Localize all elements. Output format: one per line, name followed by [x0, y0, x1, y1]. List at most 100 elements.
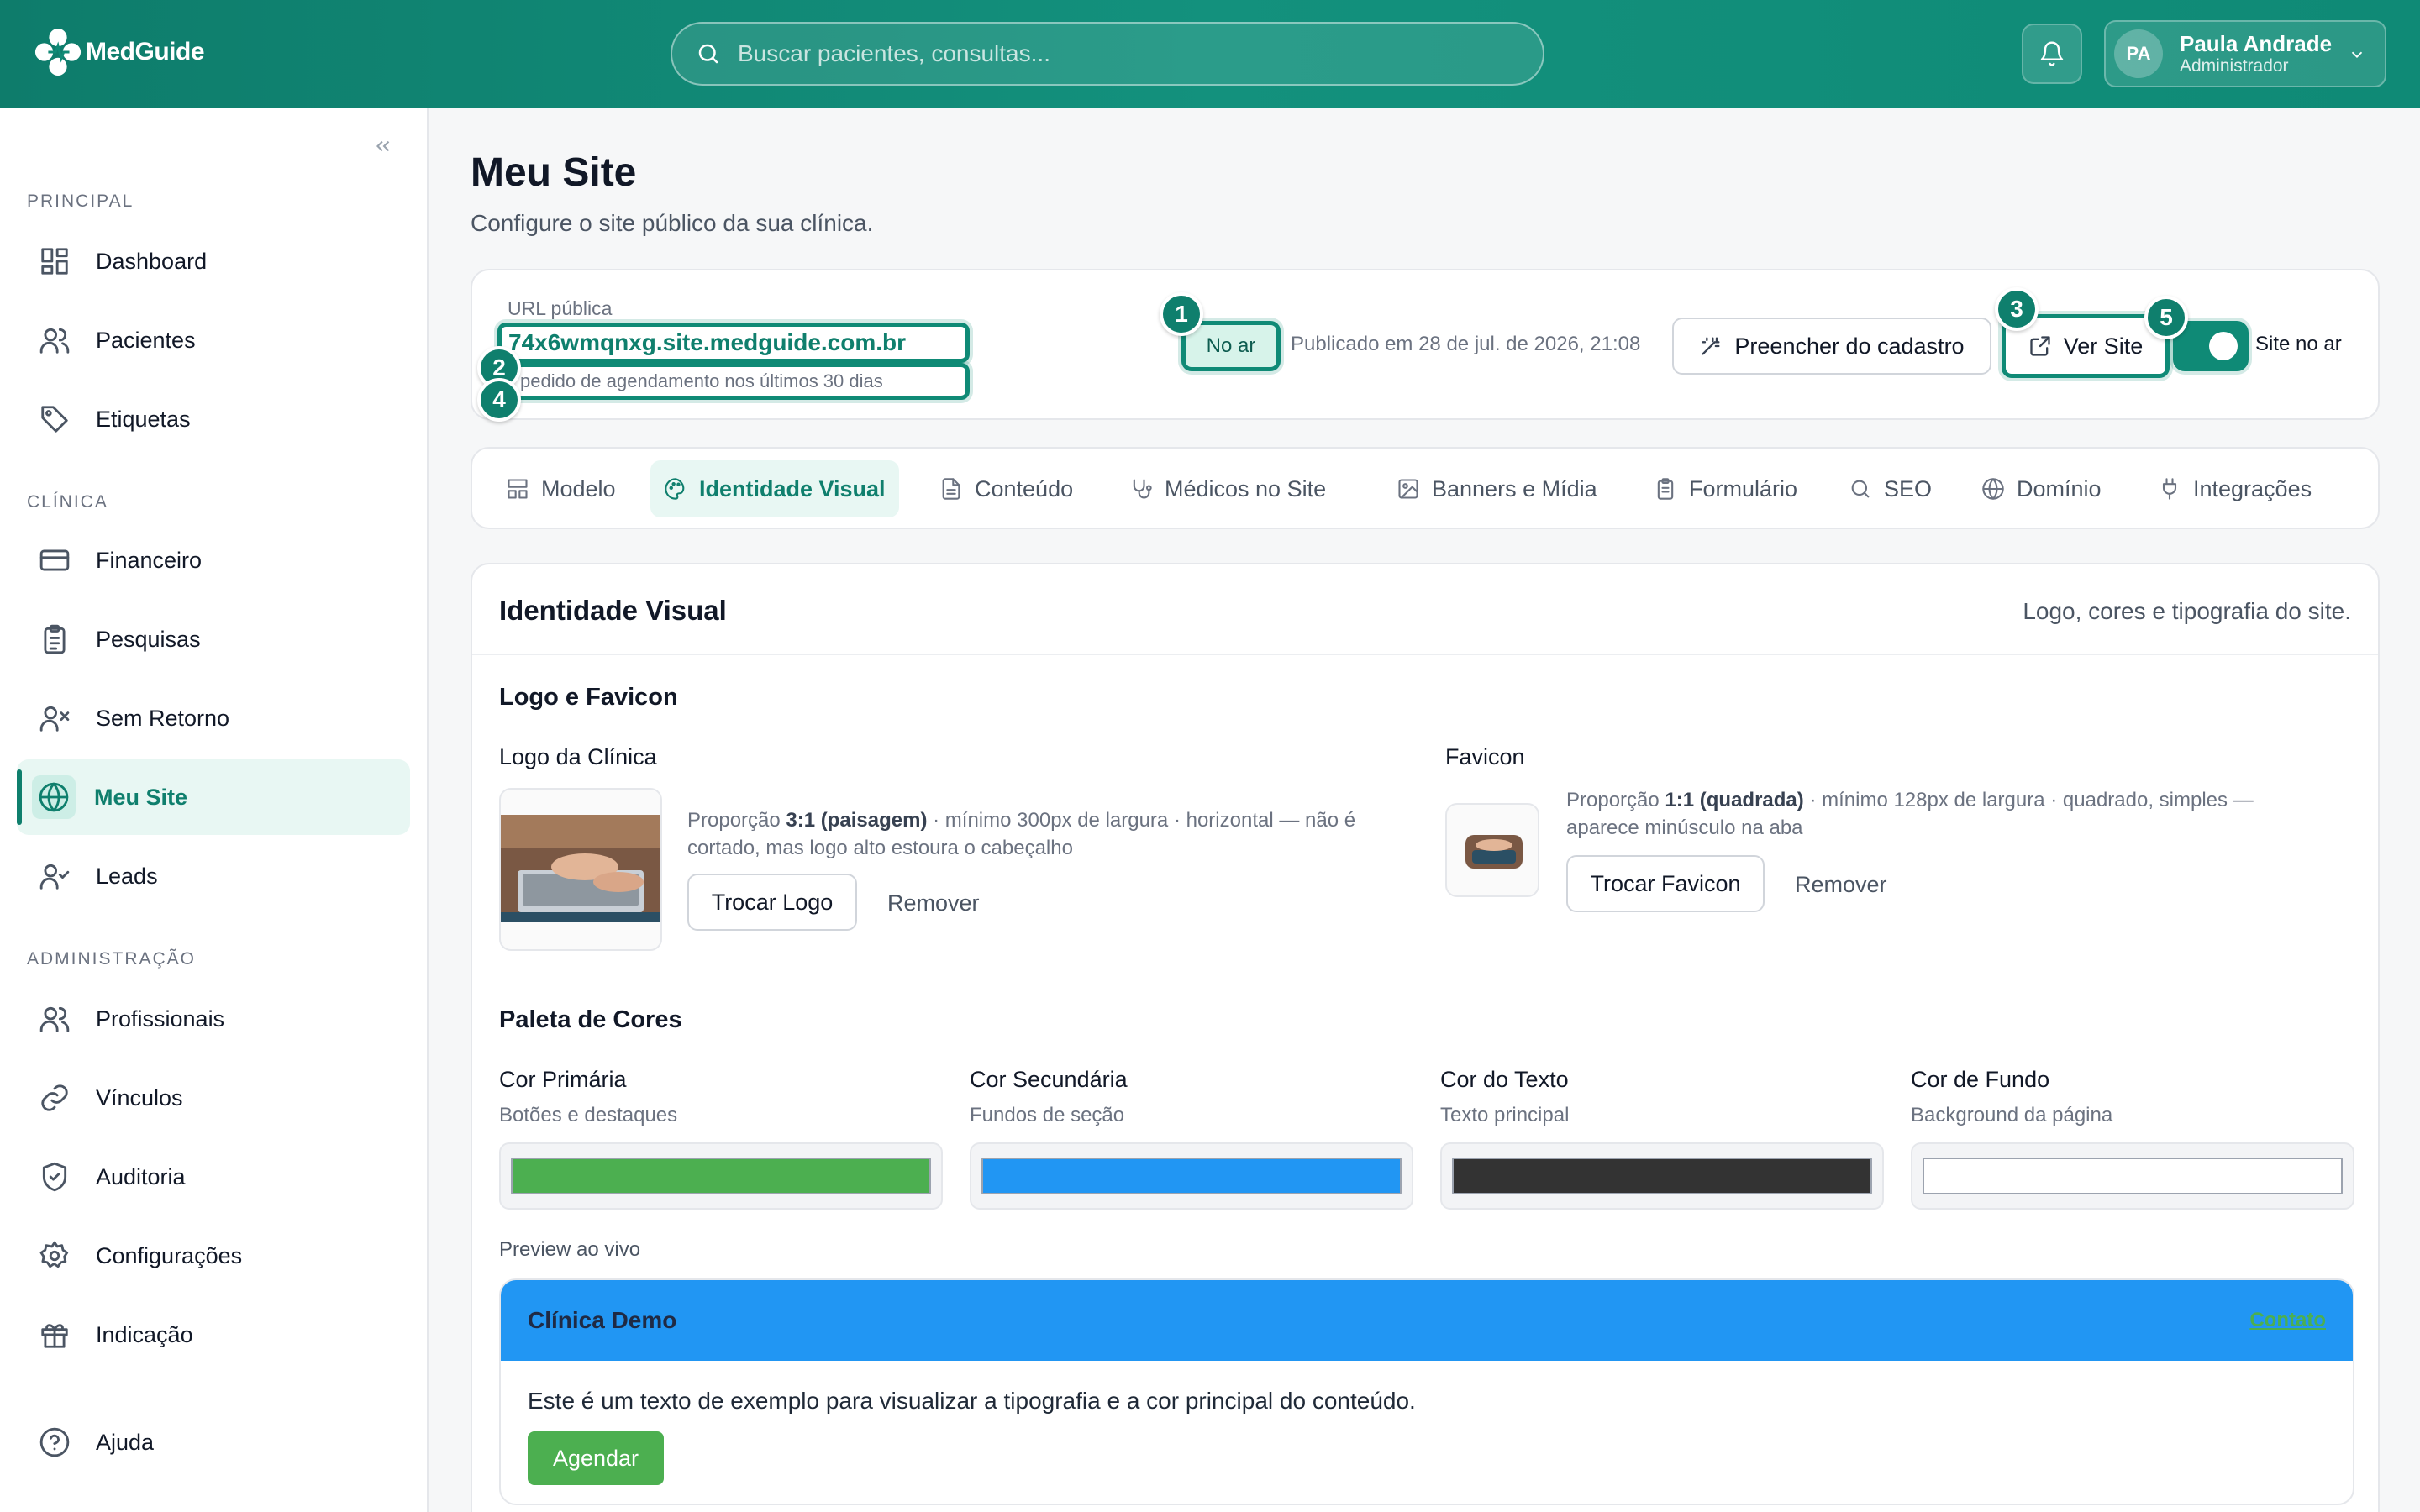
preview-label: Preview ao vivo — [499, 1238, 641, 1261]
stethoscope-icon — [1133, 479, 1152, 499]
tab-integracoes[interactable]: Integrações — [2144, 460, 2325, 517]
sidebar-item-meu-site[interactable]: Meu Site — [17, 759, 410, 835]
sidebar-item-label: Financeiro — [96, 547, 203, 573]
tab-identidade-visual[interactable]: Identidade Visual — [650, 460, 899, 517]
fill-from-registry-button[interactable]: Preencher do cadastro — [1672, 318, 1991, 375]
layout-icon — [508, 479, 528, 499]
sidebar-item-profissionais[interactable]: Profissionais — [17, 981, 410, 1057]
favicon-label: Favicon — [1445, 744, 1525, 769]
color-text-label: Cor do Texto — [1440, 1067, 1569, 1092]
sidebar-item-label: Configurações — [96, 1242, 243, 1268]
sidebar-item-label: Profissionais — [96, 1005, 225, 1032]
toggle-label: Site no ar — [2255, 333, 2342, 355]
tab-dominio[interactable]: Domínio — [1968, 460, 2115, 517]
sidebar-item-leads[interactable]: Leads — [17, 838, 410, 914]
preview-clinic-name: Clínica Demo — [528, 1307, 677, 1333]
identity-panel: Identidade Visual Logo, cores e tipograf… — [471, 563, 2380, 1512]
sidebar-item-financeiro[interactable]: Financeiro — [17, 522, 410, 598]
sidebar-item-label: Auditoria — [96, 1163, 186, 1189]
preview-contact-link[interactable]: Contato — [2249, 1309, 2326, 1332]
sidebar-item-indicacao[interactable]: Indicação — [17, 1297, 410, 1373]
url-subtitle: pedido de agendamento nos últimos 30 dia… — [497, 363, 970, 400]
panel-description: Logo, cores e tipografia do site. — [2023, 598, 2351, 624]
section-principal: PRINCIPAL — [27, 192, 134, 211]
help-circle-icon — [39, 1427, 70, 1457]
sidebar-item-vinculos[interactable]: Vínculos — [17, 1060, 410, 1136]
notifications-button[interactable] — [2022, 24, 2082, 84]
logo-section-title: Logo e Favicon — [499, 684, 678, 711]
divider — [472, 654, 2378, 655]
favicon-image — [1465, 835, 1523, 869]
link-icon — [41, 1084, 68, 1111]
collapse-sidebar-button[interactable] — [360, 123, 407, 170]
sidebar-item-label: Leads — [96, 863, 158, 889]
sidebar: PRINCIPAL Dashboard Pacientes Etiquetas … — [0, 108, 429, 1512]
sidebar-item-configuracoes[interactable]: Configurações — [17, 1218, 410, 1294]
color-secondary-picker[interactable] — [970, 1142, 1413, 1210]
search-input[interactable] — [738, 40, 1494, 67]
avatar: PA — [2114, 29, 2163, 78]
color-background-label: Cor de Fundo — [1911, 1067, 2050, 1092]
globe-icon — [39, 782, 69, 812]
search-bar[interactable] — [671, 22, 1544, 86]
palette-section-title: Paleta de Cores — [499, 1006, 682, 1033]
sidebar-item-auditoria[interactable]: Auditoria — [17, 1139, 410, 1215]
color-primary-label: Cor Primária — [499, 1067, 627, 1092]
sidebar-item-sem-retorno[interactable]: Sem Retorno — [17, 680, 410, 756]
color-primary-picker[interactable] — [499, 1142, 943, 1210]
favicon-hint: Proporção 1:1 (quadrada) · mínimo 128px … — [1566, 789, 2254, 839]
marker-1: 1 — [1160, 292, 1203, 336]
sidebar-item-label: Meu Site — [94, 784, 188, 810]
site-url-link[interactable]: 74x6wmqnxg.site.medguide.com.br — [497, 323, 970, 363]
tag-icon — [41, 406, 68, 433]
marker-3: 3 — [1995, 287, 2039, 331]
plug-icon — [2162, 478, 2177, 500]
logo-image — [501, 815, 660, 922]
section-administracao: ADMINISTRAÇÃO — [27, 949, 197, 969]
marker-4: 4 — [477, 378, 521, 422]
chevron-down-icon — [2351, 51, 2363, 59]
preview-text: Este é um texto de exemplo para visualiz… — [528, 1388, 1416, 1414]
tab-conteudo[interactable]: Conteúdo — [926, 460, 1086, 517]
tab-modelo[interactable]: Modelo — [492, 460, 629, 517]
tab-banners-e-midia[interactable]: Banners e Mídia — [1383, 460, 1611, 517]
logo-label: Logo da Clínica — [499, 744, 657, 769]
color-text-swatch — [1452, 1158, 1872, 1194]
published-date: Publicado em 28 de jul. de 2026, 21:08 — [1291, 333, 1641, 355]
sidebar-item-ajuda[interactable]: Ajuda — [17, 1404, 410, 1480]
remove-favicon-link[interactable]: Remover — [1795, 872, 1887, 898]
color-secondary-label: Cor Secundária — [970, 1067, 1128, 1092]
sidebar-item-dashboard[interactable]: Dashboard — [17, 223, 410, 299]
color-background-sub: Background da página — [1911, 1104, 2113, 1126]
color-secondary-swatch — [981, 1158, 1402, 1194]
change-logo-button[interactable]: Trocar Logo — [687, 874, 857, 931]
sidebar-item-pacientes[interactable]: Pacientes — [17, 302, 410, 378]
search-icon — [698, 44, 718, 64]
bell-icon — [2040, 41, 2064, 66]
gift-icon — [41, 1324, 68, 1348]
sidebar-item-etiquetas[interactable]: Etiquetas — [17, 381, 410, 457]
user-menu[interactable]: PA Paula Andrade Administrador — [2104, 20, 2386, 87]
color-primary-sub: Botões e destaques — [499, 1104, 678, 1126]
color-text-picker[interactable] — [1440, 1142, 1884, 1210]
shield-check-icon — [42, 1162, 67, 1192]
dashboard-icon — [41, 248, 68, 275]
page-title: Meu Site — [471, 150, 637, 195]
tab-medicos-no-site[interactable]: Médicos no Site — [1116, 460, 1339, 517]
tab-seo[interactable]: SEO — [1835, 460, 1945, 517]
page-subtitle: Configure o site público da sua clínica. — [471, 210, 874, 236]
sidebar-item-pesquisas[interactable]: Pesquisas — [17, 601, 410, 677]
credit-card-icon — [39, 549, 70, 571]
change-favicon-button[interactable]: Trocar Favicon — [1566, 855, 1765, 912]
palette-icon — [665, 478, 685, 500]
brand-logo[interactable]: MedGuide — [34, 25, 205, 79]
chevrons-left-icon — [376, 140, 390, 152]
preview-schedule-button[interactable]: Agendar — [528, 1431, 664, 1485]
image-icon — [1398, 479, 1418, 499]
remove-logo-link[interactable]: Remover — [887, 890, 980, 916]
section-clinica: CLÍNICA — [27, 492, 108, 512]
user-role: Administrador — [2180, 56, 2289, 76]
color-background-picker[interactable] — [1911, 1142, 2354, 1210]
tab-formulario[interactable]: Formulário — [1640, 460, 1811, 517]
sidebar-item-label: Pacientes — [96, 327, 196, 353]
